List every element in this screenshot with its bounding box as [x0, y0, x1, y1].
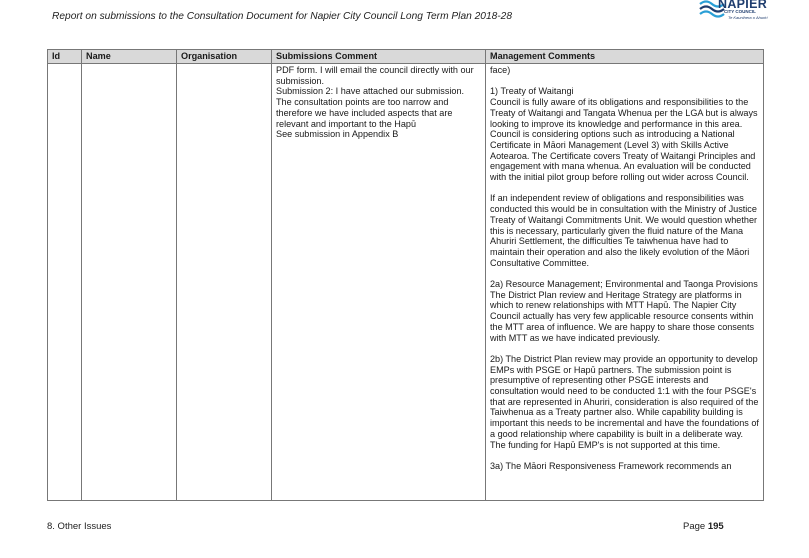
- footer-section: 8. Other Issues: [47, 521, 112, 532]
- cell-id: [47, 63, 82, 501]
- management-para-1: 1) Treaty of Waitangi Council is fully a…: [490, 86, 758, 183]
- col-organisation-header: Organisation: [176, 49, 272, 64]
- table-header-row: Id Name Organisation Submissions Comment…: [47, 49, 764, 64]
- management-para-5: 3a) The Māori Responsiveness Framework r…: [490, 460, 732, 471]
- col-submissions-header: Submissions Comment: [271, 49, 486, 64]
- submission-text: PDF form. I will email the council direc…: [276, 65, 474, 140]
- submissions-table: Id Name Organisation Submissions Comment…: [47, 49, 764, 501]
- page-number: 195: [707, 521, 724, 532]
- col-name-header: Name: [81, 49, 177, 64]
- cell-organisation: [176, 63, 272, 501]
- col-management-header: Management Comments: [485, 49, 764, 64]
- management-para-4: 2b) The District Plan review may provide…: [490, 353, 759, 450]
- header-title: Report on submissions to the Consultatio…: [52, 11, 512, 22]
- management-para-3: 2a) Resource Management; Environmental a…: [490, 279, 758, 343]
- logo-tagline: Te Kaunihera o Ahuriri: [728, 15, 768, 20]
- footer-page: Page 195: [683, 521, 724, 532]
- cell-name: [81, 63, 177, 501]
- col-id-header: Id: [47, 49, 82, 64]
- logo-sub: CITY COUNCIL: [724, 9, 756, 14]
- cell-management: face) 1) Treaty of Waitangi Council is f…: [485, 63, 764, 501]
- cell-submission: PDF form. I will email the council direc…: [271, 63, 486, 501]
- page-label: Page: [683, 521, 706, 532]
- management-para-0: face): [490, 65, 511, 75]
- table-row: PDF form. I will email the council direc…: [47, 63, 764, 501]
- management-para-2: If an independent review of obligations …: [490, 193, 758, 268]
